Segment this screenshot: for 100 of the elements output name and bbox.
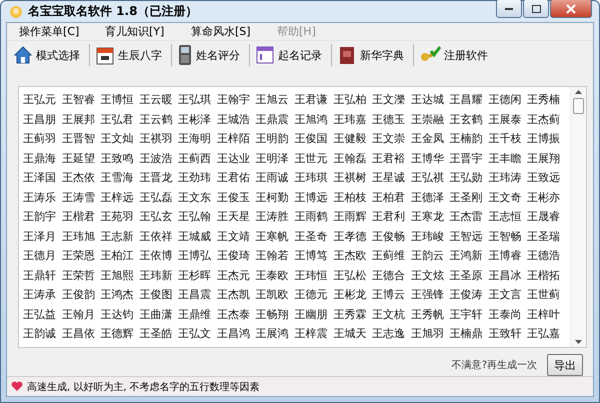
name-item[interactable]: 王健毅 (333, 131, 372, 150)
name-item[interactable]: 王幽朋 (294, 306, 334, 326)
name-item[interactable]: 王弘元 (23, 92, 62, 112)
name-item[interactable]: 王俊琦 (216, 248, 256, 268)
name-item[interactable]: 王秀帆 (410, 306, 450, 326)
name-item[interactable]: 王蓟维 (372, 248, 411, 268)
regenerate-link[interactable]: 不满意?再生成一次 (452, 358, 537, 372)
minimize-button[interactable] (496, 0, 522, 18)
name-item[interactable]: 王寒龙 (410, 209, 450, 228)
name-item[interactable]: 王翰月 (62, 306, 101, 326)
name-item[interactable]: 王文杭 (372, 306, 411, 326)
close-button[interactable] (550, 0, 592, 18)
name-item[interactable]: 王梓叶 (527, 306, 566, 326)
name-item[interactable]: 王梓震 (294, 326, 334, 346)
name-item[interactable]: 王晋智 (62, 131, 101, 150)
name-item[interactable]: 王苑羽 (100, 209, 140, 228)
name-item[interactable]: 王雪海 (100, 170, 140, 190)
name-item[interactable]: 王泰欧 (256, 268, 294, 287)
name-item[interactable]: 王泰尚 (488, 306, 528, 326)
name-item[interactable]: 王孝德 (333, 228, 372, 248)
name-item[interactable]: 王世元 (294, 150, 334, 170)
name-item[interactable]: 王楷拓 (527, 268, 566, 287)
name-item[interactable]: 王杰雷 (450, 209, 488, 228)
name-item[interactable]: 王波浩 (139, 150, 178, 170)
name-item[interactable]: 王荣哲 (62, 268, 101, 287)
name-item[interactable]: 王柏君 (372, 190, 411, 209)
name-item[interactable]: 王柏江 (100, 248, 140, 268)
toolbar-button[interactable]: 姓名评分 (175, 42, 246, 68)
name-item[interactable]: 王博弘 (178, 248, 217, 268)
name-item[interactable]: 王鼎轩 (23, 268, 62, 287)
name-item[interactable]: 王畅翔 (256, 306, 294, 326)
name-item[interactable]: 王德辉 (100, 326, 140, 346)
name-item[interactable]: 王凯欧 (256, 287, 294, 306)
name-item[interactable]: 王智远 (450, 228, 488, 248)
name-item[interactable]: 王玮峻 (410, 228, 450, 248)
name-item[interactable]: 王鸿杰 (100, 287, 140, 306)
name-item[interactable]: 王城浩 (216, 112, 256, 131)
name-item[interactable]: 王志新 (100, 228, 140, 248)
maximize-button[interactable] (523, 0, 549, 18)
name-item[interactable]: 王泽国 (23, 170, 62, 190)
name-item[interactable]: 王君佑 (216, 170, 256, 190)
name-item[interactable]: 王弘君 (100, 112, 140, 131)
name-item[interactable]: 王彬龙 (333, 287, 372, 306)
name-item[interactable]: 王文奇 (488, 190, 528, 209)
name-item[interactable]: 王德闲 (488, 92, 528, 112)
name-item[interactable]: 王弘玄 (139, 209, 178, 228)
name-item[interactable]: 王韵诚 (23, 326, 62, 346)
name-item[interactable]: 王俊图 (139, 287, 178, 306)
name-item[interactable]: 王弘嘉 (527, 326, 566, 346)
name-item[interactable]: 王志恒 (488, 209, 528, 228)
name-item[interactable]: 王蓟羽 (23, 131, 62, 150)
name-item[interactable]: 王明泽 (256, 150, 294, 170)
name-item[interactable]: 王杉晖 (178, 268, 217, 287)
name-item[interactable]: 王雨鹤 (294, 209, 334, 228)
name-item[interactable]: 王德泽 (410, 190, 450, 209)
name-item[interactable]: 王博云 (372, 287, 411, 306)
name-item[interactable]: 王晋龙 (139, 170, 178, 190)
name-item[interactable]: 王圣皓 (139, 326, 178, 346)
name-item[interactable]: 王秀楠 (527, 92, 566, 112)
name-item[interactable]: 王杰泰 (216, 306, 256, 326)
name-item[interactable]: 王彬亦 (527, 190, 566, 209)
name-item[interactable]: 王荣恩 (62, 248, 101, 268)
menu-item[interactable]: 育儿知识[Y] (105, 24, 191, 39)
name-item[interactable]: 王玮新 (139, 268, 178, 287)
name-item[interactable]: 王博振 (527, 131, 566, 150)
name-item[interactable]: 王旭云 (256, 92, 294, 112)
name-item[interactable]: 王弘祺 (410, 170, 450, 190)
name-item[interactable]: 王旭鸿 (294, 112, 334, 131)
name-item[interactable]: 王文崇 (372, 131, 411, 150)
name-item[interactable]: 王云鹤 (139, 112, 178, 131)
name-item[interactable]: 王文东 (178, 190, 217, 209)
name-item[interactable]: 王展鸿 (256, 326, 294, 346)
name-item[interactable]: 王楠韵 (450, 131, 488, 150)
name-item[interactable]: 王旭熙 (100, 268, 140, 287)
name-item[interactable]: 王依祥 (139, 228, 178, 248)
name-item[interactable]: 王弘琪 (178, 92, 217, 112)
name-item[interactable]: 王蓟西 (178, 150, 217, 170)
name-item[interactable]: 王昌朋 (23, 112, 62, 131)
scroll-thumb[interactable] (573, 98, 584, 114)
name-item[interactable]: 王弘文 (178, 326, 217, 346)
name-item[interactable]: 王云暖 (139, 92, 178, 112)
name-item[interactable]: 王达城 (410, 92, 450, 112)
name-item[interactable]: 王昌冰 (488, 268, 528, 287)
name-item[interactable]: 王弘益 (23, 306, 62, 326)
menu-item[interactable]: 算命风水[S] (191, 24, 277, 39)
toolbar-button[interactable]: 注册软件 (417, 42, 494, 68)
name-item[interactable]: 王文炫 (410, 268, 450, 287)
name-item[interactable]: 王强锋 (410, 287, 450, 306)
name-item[interactable]: 王杰蓟 (527, 112, 566, 131)
name-item[interactable]: 王志逸 (372, 326, 411, 346)
name-item[interactable]: 王昌震 (178, 287, 217, 306)
name-item[interactable]: 王晋宇 (450, 150, 488, 170)
name-item[interactable]: 王寒帆 (256, 228, 294, 248)
name-item[interactable]: 王俊国 (294, 131, 334, 150)
name-item[interactable]: 王宇轩 (450, 306, 488, 326)
name-item[interactable]: 王金凤 (410, 131, 450, 150)
name-item[interactable]: 王昌鸿 (216, 326, 256, 346)
name-item[interactable]: 王致鸣 (100, 150, 140, 170)
export-button[interactable]: 导出 (547, 354, 583, 376)
name-item[interactable]: 王文灿 (100, 131, 140, 150)
